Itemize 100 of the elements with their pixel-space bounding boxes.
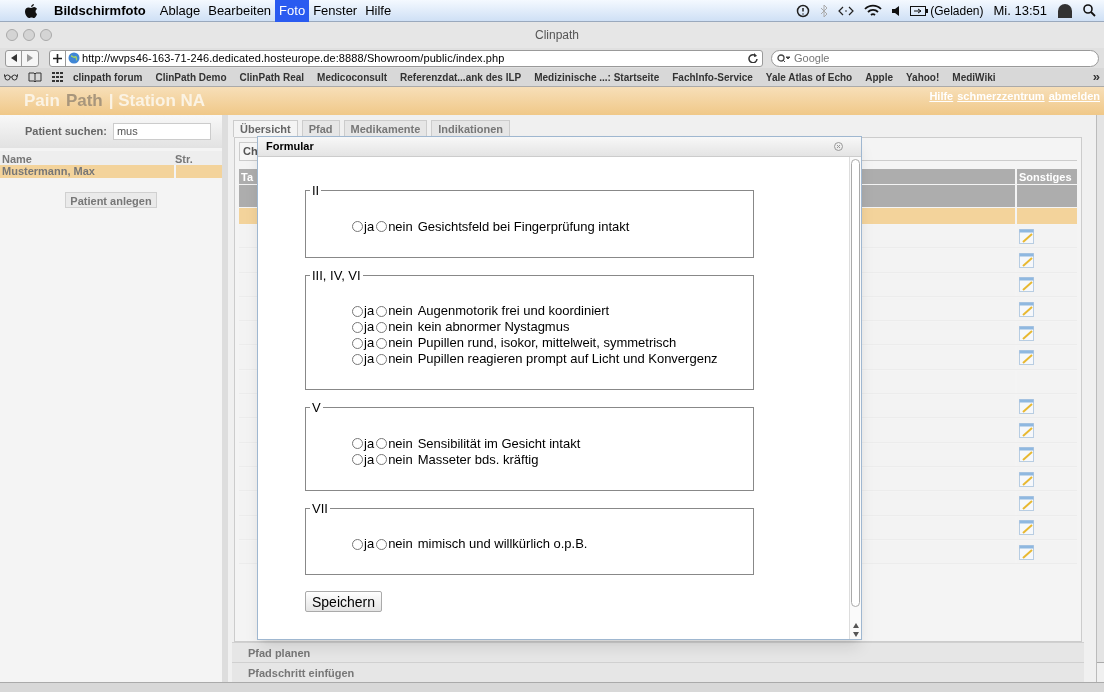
section-legend: III, IV, VI <box>310 265 363 285</box>
book-icon[interactable] <box>28 72 42 82</box>
radio-button[interactable] <box>376 454 388 465</box>
save-button[interactable]: Speichern <box>305 591 383 612</box>
bookmark-link[interactable]: ClinPath Real <box>239 69 305 85</box>
edit-icon[interactable] <box>1019 495 1034 511</box>
bookmark-link[interactable]: Yahoo! <box>905 69 940 85</box>
window-title: Clinpath <box>535 27 580 44</box>
radio-button[interactable] <box>352 353 363 365</box>
dialog-title: Formular <box>266 139 314 155</box>
radio-button[interactable] <box>376 353 388 365</box>
edit-icon[interactable] <box>1019 471 1034 487</box>
edit-icon[interactable] <box>1019 447 1034 463</box>
back-icon <box>10 54 17 62</box>
table-cell[interactable] <box>1017 208 1077 224</box>
zoom-window-button[interactable] <box>40 29 52 41</box>
scrollbar[interactable] <box>849 157 861 639</box>
bookmark-link[interactable]: Referenzdat...ank des ILP <box>400 69 522 85</box>
minimize-window-button[interactable] <box>23 29 35 41</box>
bookmark-link[interactable]: FachInfo-Service <box>672 69 753 85</box>
menu-item[interactable]: Hilfe <box>361 0 396 22</box>
tab[interactable]: Übersicht <box>233 120 298 137</box>
radio-button[interactable] <box>352 321 363 333</box>
edit-icon[interactable] <box>1019 350 1034 366</box>
globe-icon <box>68 52 80 64</box>
menu-item[interactable]: Bearbeiten <box>204 0 276 22</box>
edit-icon[interactable] <box>1019 252 1034 268</box>
speaker-icon <box>892 5 901 16</box>
menu-item[interactable]: Foto <box>275 0 310 22</box>
bookmark-link[interactable]: ClinPath Demo <box>155 69 227 85</box>
radio-button[interactable] <box>376 305 388 317</box>
question-text: mimisch und willkürlich o.p.B. <box>417 535 588 554</box>
menu-clock[interactable]: Mi. 13:51 <box>993 0 1047 21</box>
search-icon <box>777 53 790 63</box>
edit-icon[interactable] <box>1019 520 1034 536</box>
bookmark-link[interactable]: Medizinische ...: Startseite <box>534 69 660 85</box>
url-field[interactable]: http://wvps46-163-71-246.dedicated.hosteurope.de:8888/Showroom/public/index.php <box>49 49 763 67</box>
question-text: Masseter bds. kräftig <box>417 450 539 469</box>
edit-icon[interactable] <box>1019 325 1034 341</box>
question-text: Pupillen rund, isokor, mittelweit, symmetrisch <box>417 334 677 353</box>
bookmark-link[interactable]: Medicoconsult <box>317 69 388 85</box>
edit-icon[interactable] <box>1019 277 1034 293</box>
menu-item[interactable]: Fenster <box>309 0 362 22</box>
edit-icon[interactable] <box>1019 301 1034 317</box>
close-icon[interactable] <box>834 142 843 151</box>
radio-button[interactable] <box>376 538 388 550</box>
more-bookmarks-button[interactable]: » <box>1092 67 1100 87</box>
forward-icon <box>27 54 33 62</box>
radio-button[interactable] <box>376 438 388 449</box>
edit-icon[interactable] <box>1019 423 1034 438</box>
accordion-header[interactable]: Pfad planen <box>232 642 1084 662</box>
radio-button[interactable] <box>376 221 388 232</box>
radio-button[interactable] <box>352 305 363 317</box>
bookmark-link[interactable]: Yale Atlas of Echo <box>765 69 853 85</box>
street-cell[interactable] <box>176 165 222 178</box>
bookmark-link[interactable]: clinpath forum <box>73 69 143 85</box>
radio-label[interactable]: ja <box>364 433 375 454</box>
search-icon[interactable] <box>1083 4 1096 17</box>
search-field[interactable]: Google <box>771 49 1099 67</box>
edit-icon[interactable] <box>1019 228 1034 244</box>
accordion-header[interactable]: Pfadschritt einfügen <box>232 662 1084 682</box>
section-legend: VII <box>310 498 330 518</box>
arrows-icon <box>838 5 855 16</box>
radio-button[interactable] <box>352 438 363 449</box>
radio-button[interactable] <box>352 337 363 349</box>
edit-icon[interactable] <box>1019 544 1034 560</box>
question-text: Pupillen reagieren prompt auf Licht und Konvergenz <box>417 350 718 369</box>
bluetooth-icon <box>820 3 829 18</box>
radio-button[interactable] <box>352 454 363 465</box>
apple-icon[interactable] <box>24 2 38 19</box>
radio-label[interactable]: ja <box>364 534 375 554</box>
patient-search-field[interactable]: mus <box>112 123 211 140</box>
question-text: Augenmotorik frei und koordiniert <box>417 302 610 321</box>
app-menu[interactable]: Bildschirmfoto <box>54 0 146 21</box>
section-legend: V <box>310 398 323 418</box>
glasses-icon[interactable] <box>4 73 18 81</box>
bookmark-link[interactable]: MediWiki <box>952 69 996 85</box>
radio-button[interactable] <box>352 221 363 232</box>
user-icon[interactable] <box>1057 3 1073 18</box>
column-header: Str. <box>175 152 194 165</box>
edit-icon[interactable] <box>1019 398 1034 414</box>
radio-button[interactable] <box>376 337 388 349</box>
radio-button[interactable] <box>352 538 363 550</box>
search-label: Patient suchen: <box>25 124 107 140</box>
radio-button[interactable] <box>376 321 388 333</box>
radio-label[interactable]: ja <box>364 216 375 237</box>
logo-text: Path <box>65 90 103 112</box>
menu-item[interactable]: Ablage <box>155 0 205 22</box>
question-text: Sensibilität im Gesicht intakt <box>417 434 581 453</box>
close-window-button[interactable] <box>6 29 18 41</box>
up-arrow-icon <box>852 623 859 628</box>
scrollbar-arrows[interactable] <box>1097 662 1104 682</box>
bookmark-link[interactable]: Apple <box>865 69 893 85</box>
question-text: kein abnormer Nystagmus <box>417 318 570 337</box>
new-patient-button[interactable]: Patient anlegen <box>65 192 157 208</box>
logo-text: Pain <box>24 90 60 112</box>
radio-label[interactable]: nein <box>388 534 413 554</box>
down-arrow-icon <box>852 632 859 637</box>
grid-icon[interactable] <box>52 72 63 82</box>
radio-label[interactable]: nein <box>388 216 413 237</box>
